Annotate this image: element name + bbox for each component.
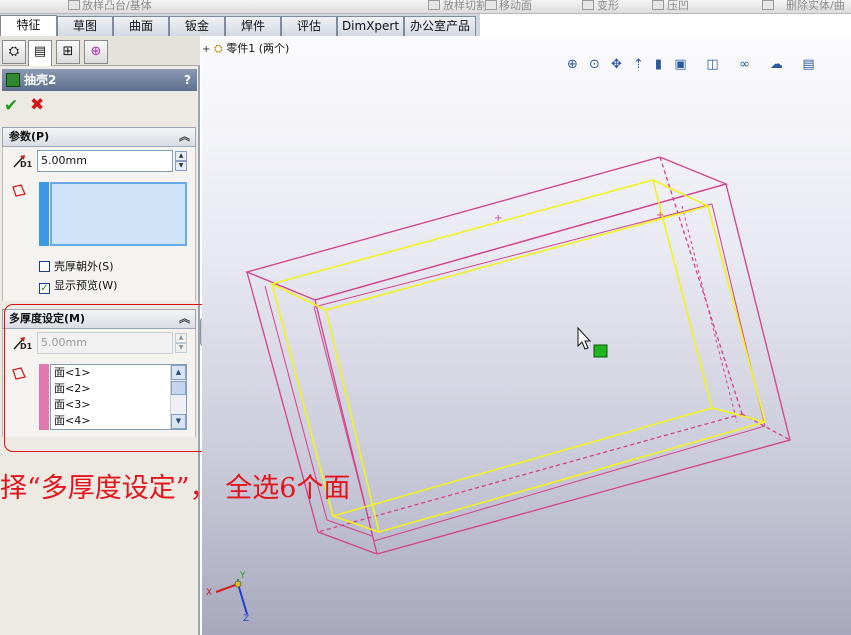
move-face-icon[interactable]	[485, 0, 497, 10]
shell-outward-box[interactable]	[39, 261, 50, 272]
feature-manager-tab[interactable]: ⛭	[2, 40, 26, 64]
indent-icon[interactable]	[652, 0, 664, 10]
collapse-chevron-icon[interactable]: ︽	[179, 128, 190, 146]
ribbon-item-loft-boss[interactable]: 放样凸台/基体	[82, 0, 152, 13]
ribbon-item-indent[interactable]: 压凹	[667, 0, 689, 13]
highlight-callout-outline	[4, 304, 215, 452]
faces-to-remove-icon	[11, 184, 31, 202]
deform-icon[interactable]	[582, 0, 594, 10]
tab-sketch[interactable]: 草图	[57, 16, 113, 36]
crosshair-icon: ⊕	[90, 44, 102, 59]
triad-x-label: X	[206, 588, 213, 598]
show-preview-label: 显示预览(W)	[54, 279, 118, 292]
center-marker: +	[656, 210, 664, 221]
thickness-spinner[interactable]: ▲ ▼	[175, 151, 187, 171]
spin-up-icon[interactable]: ▲	[175, 151, 187, 161]
command-manager-tabs: 特征 草图 曲面 钣金 焊件 评估 DimXpert 办公室产品	[0, 14, 480, 37]
faces-to-remove-selection-box[interactable]	[50, 182, 187, 246]
thickness-icon-label: D1	[20, 160, 33, 169]
ribbon-item-deform[interactable]: 变形	[597, 0, 619, 13]
help-button[interactable]: ?	[184, 69, 191, 91]
tab-weldments[interactable]: 焊件	[225, 16, 281, 36]
property-manager-tab[interactable]: ▤	[28, 40, 52, 66]
tab-evaluate[interactable]: 评估	[281, 16, 337, 36]
show-preview-box[interactable]: ✓	[39, 283, 50, 294]
thickness-input[interactable]: 5.00mm	[37, 150, 173, 172]
shell-outward-checkbox[interactable]: 壳厚朝外(S)	[39, 258, 114, 274]
tab-surfaces[interactable]: 曲面	[113, 16, 169, 36]
instruction-caption: 择“多厚度设定”， 全选6个面	[0, 473, 351, 504]
loft-boss-icon[interactable]	[68, 0, 80, 10]
tab-dimxpert[interactable]: DimXpert	[337, 16, 404, 36]
configuration-manager-tab[interactable]: ⊞	[56, 40, 80, 64]
parameters-group-body: D1 5.00mm ▲ ▼ 壳厚朝外(S) ✓ 显示预览(W)	[2, 147, 196, 301]
show-preview-checkbox[interactable]: ✓ 显示预览(W)	[39, 277, 117, 294]
dimxpert-manager-tab[interactable]: ⊕	[84, 40, 108, 64]
origin-marker: +	[494, 213, 502, 224]
selected-face-marker	[593, 344, 608, 358]
selection-color-bar	[39, 182, 49, 246]
property-manager-title: 抽壳2 ?	[2, 69, 197, 91]
model-wireframe[interactable]: + +	[202, 36, 851, 635]
graphics-viewport[interactable]: + ⛭ 零件1 (两个) ⊕ ⊙ ✥ ⇡ ▮ ▣ ◫ ∞ ☁ ▤ + + X Y…	[202, 36, 851, 635]
feature-tree-icon: ⛭	[8, 44, 20, 59]
manager-tabs: ⛭ ▤ ⊞ ⊕	[0, 36, 200, 66]
shell-outward-label: 壳厚朝外(S)	[54, 260, 114, 273]
triad-y-label: Y	[240, 571, 246, 581]
loft-cut-icon[interactable]	[428, 0, 440, 10]
shell-feature-icon	[6, 73, 20, 87]
ribbon-item-loft-cut[interactable]: 放样切割	[443, 0, 487, 13]
tab-office-products[interactable]: 办公室产品	[404, 16, 476, 36]
tab-sheet-metal[interactable]: 钣金	[169, 16, 225, 36]
ribbon-item-move-face[interactable]: 移动面	[499, 0, 532, 13]
parameters-group-header[interactable]: 参数(P) ︽	[2, 127, 196, 147]
ribbon-item-delete-body[interactable]: 删除实体/曲	[786, 0, 845, 13]
mouse-cursor-icon	[577, 326, 592, 350]
cancel-button[interactable]: ✖	[30, 95, 44, 115]
configuration-icon: ⊞	[62, 44, 74, 59]
spin-down-icon[interactable]: ▼	[175, 161, 187, 171]
triad-z-label: Z	[243, 614, 250, 624]
property-icon: ▤	[33, 44, 47, 59]
thickness-dimension-icon: D1	[11, 153, 33, 171]
tab-features[interactable]: 特征	[0, 15, 57, 37]
parameters-group-title: 参数(P)	[9, 130, 50, 143]
ok-button[interactable]: ✔	[4, 96, 18, 116]
command-ribbon: 放样凸台/基体 放样切割 移动面 变形 压凹 删除实体/曲	[0, 0, 851, 14]
reference-triad	[215, 579, 248, 615]
delete-body-icon[interactable]	[762, 0, 774, 10]
feature-title: 抽壳2	[24, 73, 57, 87]
